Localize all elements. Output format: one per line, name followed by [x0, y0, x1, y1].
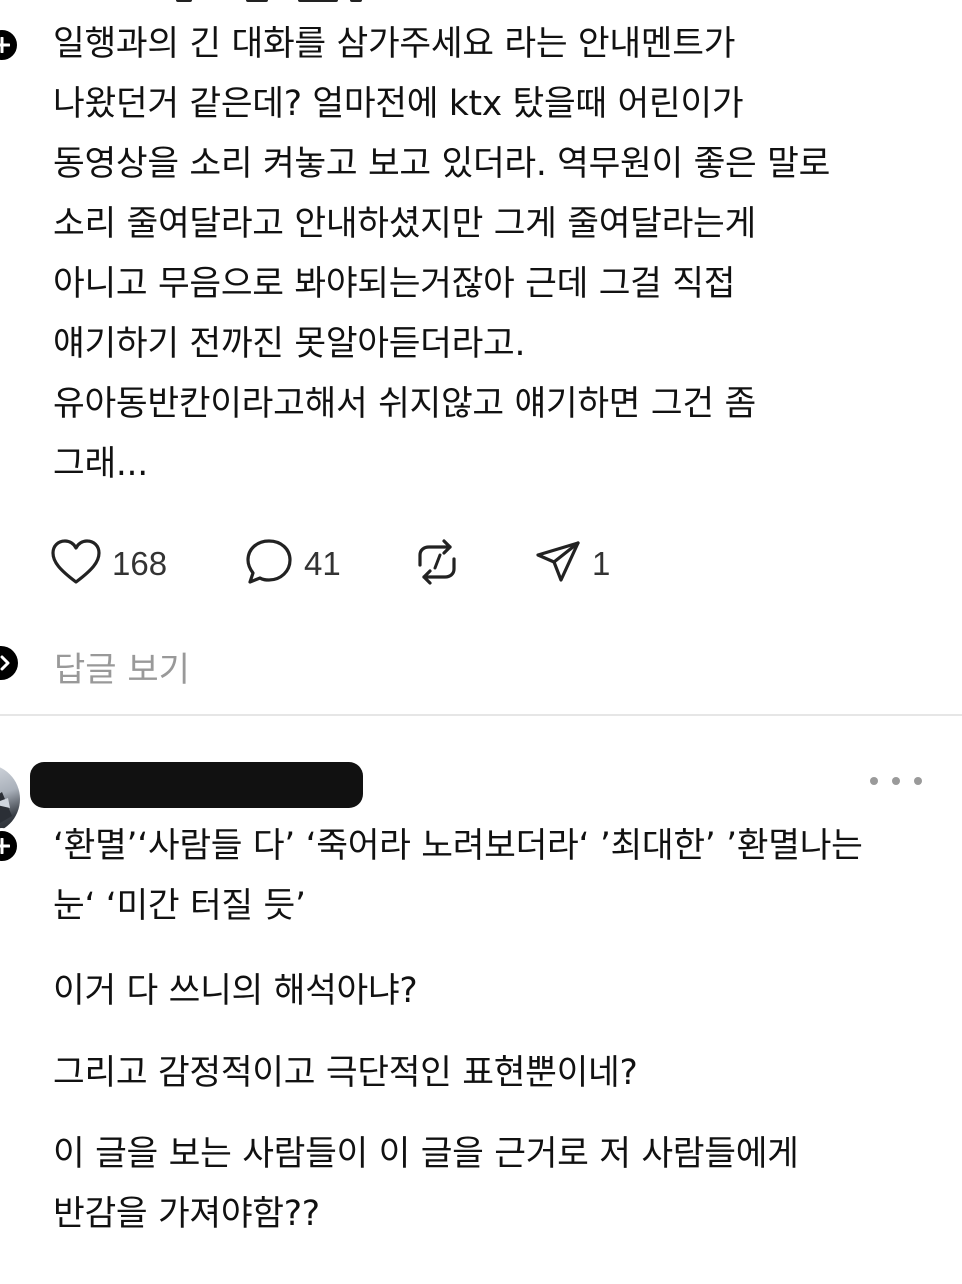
heart-icon [50, 538, 102, 590]
post-body-text: 일행과의 긴 대화를 삼가주세요 라는 안내멘트가 나왔던거 같은데? 얼마전에… [53, 24, 831, 484]
comment-button[interactable]: 41 [244, 536, 341, 592]
share-count: 1 [592, 545, 611, 582]
post-divider [0, 714, 962, 716]
comment-count: 41 [304, 545, 341, 582]
repost-button[interactable] [412, 536, 462, 592]
chevron-down-icon [0, 646, 18, 680]
like-button[interactable]: 168 [50, 536, 167, 592]
post-paragraph: ‘환멸’‘사람들 다’ ‘죽어라 노려보더라‘ ’최대한’ ’환멸나는 눈‘ ‘… [53, 826, 863, 926]
follow-plus-icon[interactable] [0, 27, 20, 63]
paper-plane-icon [534, 538, 582, 590]
more-options-button[interactable] [870, 766, 922, 796]
repost-arrows-icon [412, 537, 462, 591]
more-horizontal-icon [870, 777, 878, 785]
more-dot [914, 777, 922, 785]
post-paragraph: 이거 다 쓰니의 해석아냐? [53, 971, 418, 1011]
view-replies-link[interactable]: 답글 보기 [0, 636, 300, 692]
post-actions: 168 41 1 [50, 536, 650, 592]
previous-line-remnant [0, 0, 962, 12]
post-paragraph: 이 글을 보는 사람들이 이 글을 근거로 저 사람들에게 반감을 가져야함?? [53, 1134, 799, 1234]
author-name-redacted [30, 762, 363, 808]
avatar[interactable] [0, 764, 20, 834]
more-dot [892, 777, 900, 785]
view-replies-label: 답글 보기 [54, 650, 190, 690]
speech-bubble-icon [244, 537, 294, 591]
post-paragraph: 그리고 감정적이고 극단적인 표현뿐이네? [53, 1053, 638, 1093]
share-button[interactable]: 1 [534, 536, 610, 592]
like-count: 168 [112, 545, 168, 582]
